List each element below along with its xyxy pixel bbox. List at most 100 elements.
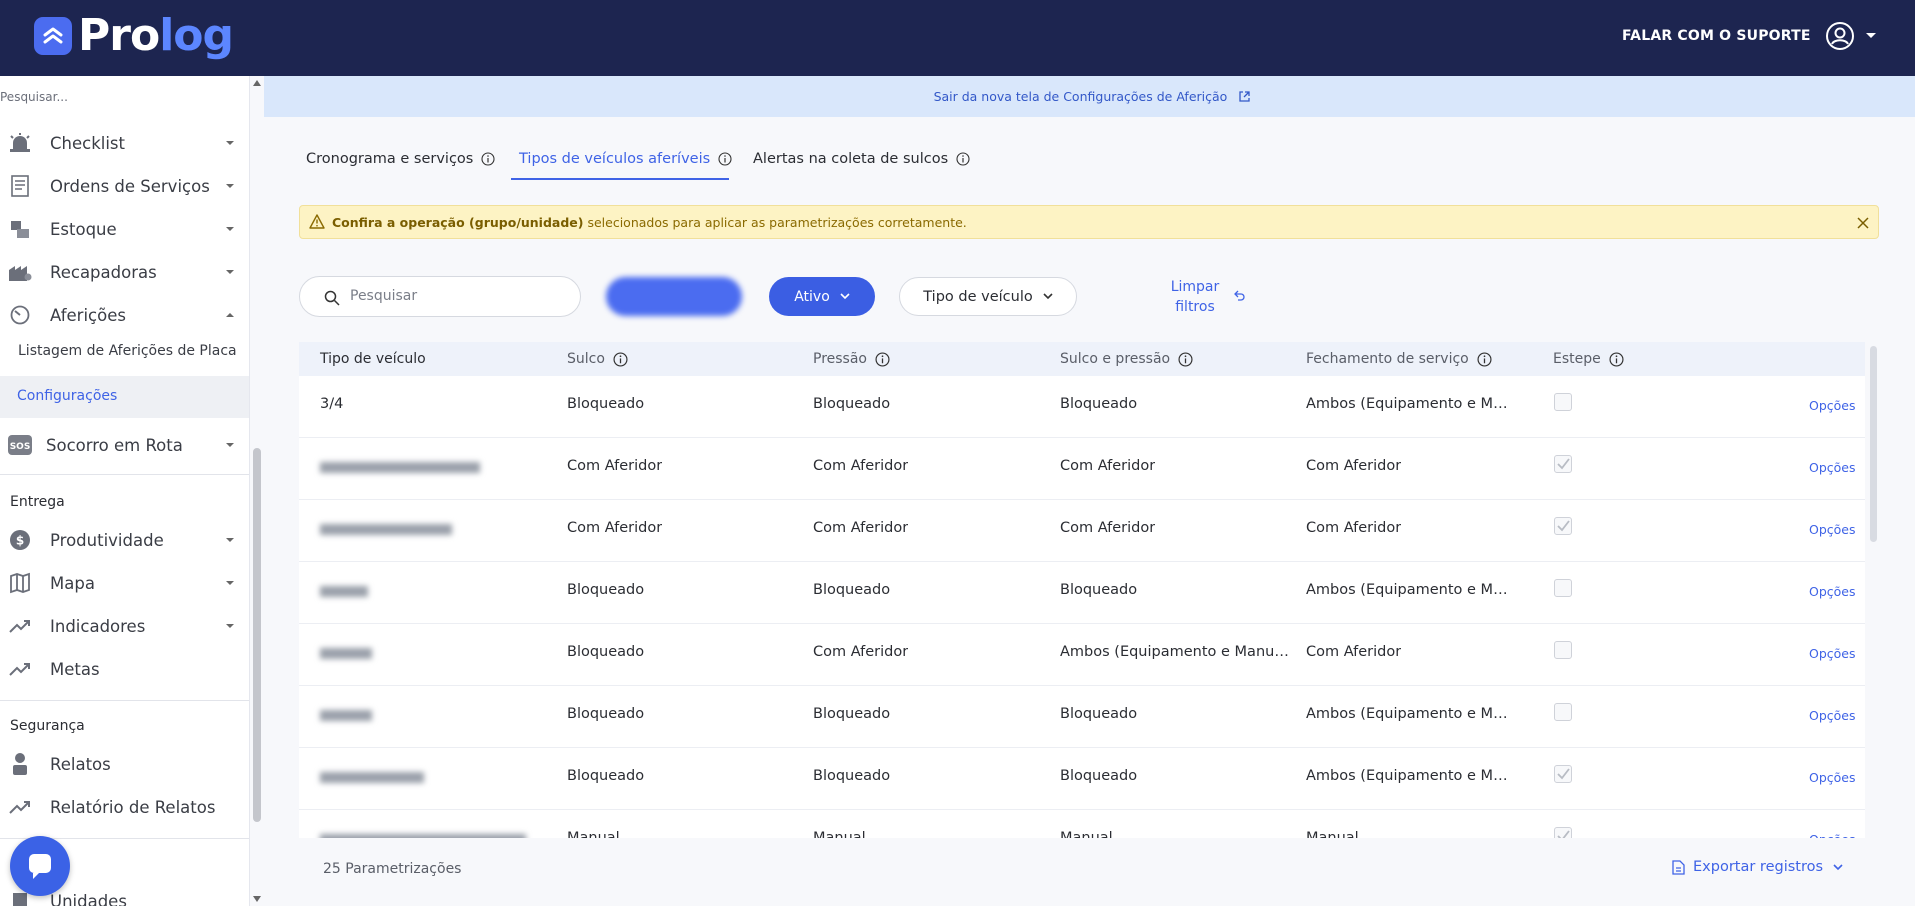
column-header-pressao[interactable]: Pressão — [813, 351, 890, 367]
estepe-checkbox[interactable] — [1554, 455, 1572, 473]
table-cell-sulco: Bloqueado — [567, 644, 645, 660]
info-icon — [1178, 351, 1193, 367]
sidebar-item-checklist[interactable]: Checklist — [8, 128, 240, 158]
table-cell-pressao: Manual — [813, 830, 866, 838]
estepe-checkbox[interactable] — [1554, 765, 1572, 783]
info-icon — [1609, 351, 1624, 367]
estepe-checkbox[interactable] — [1554, 827, 1572, 838]
sidebar-subitem-listagem[interactable]: Listagem de Aferições de Placa — [18, 343, 237, 359]
table-scroll-thumb[interactable] — [1870, 346, 1877, 542]
user-menu-chevron-icon[interactable] — [1866, 33, 1876, 38]
table-row[interactable]: Com Aferidor Com Aferidor Com Aferidor Com … — [299, 438, 1865, 500]
tab-cronograma[interactable]: Cronograma e serviços — [306, 151, 495, 167]
sos-icon: SOS — [8, 433, 32, 457]
row-options-link[interactable]: Opções — [1809, 460, 1856, 475]
scroll-up-icon — [253, 80, 261, 86]
clear-filters-button[interactable]: Limpar filtros — [1160, 277, 1230, 317]
redacted-vehicle-type — [320, 520, 452, 539]
sidebar-item-produtividade[interactable]: $ Produtividade — [8, 525, 240, 555]
search-input[interactable]: Pesquisar — [299, 276, 581, 317]
chevron-up-icon — [226, 313, 234, 317]
check-icon — [1557, 458, 1570, 470]
redacted-vehicle-type — [320, 768, 424, 787]
chat-button[interactable] — [10, 836, 70, 896]
alarm-icon — [8, 131, 32, 155]
sidebar-item-estoque[interactable]: Estoque — [8, 214, 240, 244]
dollar-icon: $ — [8, 528, 32, 552]
sidebar-search-input[interactable]: Pesquisar... — [0, 90, 68, 104]
tab-tipos-veiculos[interactable]: Tipos de veículos aferíveis — [519, 151, 732, 167]
sidebar-item-ordens[interactable]: Ordens de Serviços — [8, 171, 240, 201]
column-header-sulco[interactable]: Sulco — [567, 351, 628, 367]
estepe-checkbox[interactable] — [1554, 517, 1572, 535]
close-icon[interactable] — [1857, 217, 1869, 229]
column-header-tipo[interactable]: Tipo de veículo — [320, 351, 426, 367]
tab-alertas[interactable]: Alertas na coleta de sulcos — [753, 151, 970, 167]
table-cell-sulco: Bloqueado — [567, 706, 645, 722]
redacted-vehicle-type — [320, 706, 372, 725]
estepe-checkbox[interactable] — [1554, 579, 1572, 597]
section-seguranca: Segurança — [10, 718, 85, 734]
status-filter-pill[interactable]: Ativo — [769, 277, 875, 316]
sidebar-item-indicadores[interactable]: Indicadores — [8, 611, 240, 641]
info-icon — [956, 152, 970, 166]
new-screen-banner[interactable]: Sair da nova tela de Configurações de Af… — [264, 76, 1915, 117]
row-options-link[interactable]: Opções — [1809, 522, 1856, 537]
sidebar-subitem-configuracoes[interactable]: Configurações — [0, 376, 249, 418]
table-row[interactable]: Bloqueado Bloqueado Bloqueado Ambos (Equipa… — [299, 748, 1865, 810]
user-avatar-icon[interactable] — [1825, 21, 1855, 51]
estepe-checkbox[interactable] — [1554, 393, 1572, 411]
sidebar-item-relatorio-relatos[interactable]: Relatório de Relatos — [8, 792, 240, 822]
warning-alert: Confira a operação (grupo/unidade) selec… — [299, 205, 1879, 239]
undo-icon[interactable] — [1233, 290, 1245, 301]
redacted-vehicle-type — [320, 458, 480, 477]
vehicle-type-filter-pill[interactable]: Tipo de veículo — [899, 277, 1077, 316]
row-options-link[interactable]: Opções — [1809, 832, 1856, 838]
sidebar-item-metas[interactable]: Metas — [8, 654, 240, 684]
prolog-logo[interactable]: Prolog — [34, 12, 234, 60]
sidebar-item-recapadoras[interactable]: Recapadoras — [8, 257, 240, 287]
table-row[interactable]: Manual Manual Manual Manual Opções — [299, 810, 1865, 838]
chevron-down-icon — [226, 141, 234, 145]
table-cell-pressao: Com Aferidor — [813, 644, 909, 660]
sidebar-item-afericoes[interactable]: Aferições — [8, 300, 240, 330]
table-row[interactable]: 3/4 Bloqueado Bloqueado Bloqueado Ambos (Equ… — [299, 376, 1865, 438]
table-cell-sulco: Bloqueado — [567, 768, 645, 784]
row-options-link[interactable]: Opções — [1809, 398, 1856, 413]
sidebar-item-mapa[interactable]: Mapa — [8, 568, 240, 598]
export-records-button[interactable]: Exportar registros — [1672, 859, 1843, 875]
column-header-sulco-pressao[interactable]: Sulco e pressão — [1060, 351, 1193, 367]
column-header-fechamento[interactable]: Fechamento de serviço — [1306, 351, 1492, 367]
operation-filter-pill[interactable] — [606, 277, 742, 316]
table-cell-sulco: Com Aferidor — [567, 458, 663, 474]
chevron-down-icon — [226, 270, 234, 274]
column-header-estepe[interactable]: Estepe — [1553, 351, 1624, 367]
redacted-vehicle-type — [320, 830, 526, 838]
sidebar-item-relatos[interactable]: Relatos — [8, 749, 240, 779]
table-row[interactable]: Bloqueado Bloqueado Bloqueado Ambos (Equipa… — [299, 686, 1865, 748]
row-options-link[interactable]: Opções — [1809, 770, 1856, 785]
row-options-link[interactable]: Opções — [1809, 584, 1856, 599]
redacted-vehicle-type — [320, 582, 368, 601]
chevron-down-icon — [226, 443, 234, 447]
warning-icon — [309, 214, 325, 229]
vehicle-types-table: Tipo de veículo Sulco Pressão Sulco e pr… — [299, 342, 1865, 838]
table-cell-tipo: 3/4 — [320, 396, 344, 412]
row-options-link[interactable]: Opções — [1809, 708, 1856, 723]
row-options-link[interactable]: Opções — [1809, 646, 1856, 661]
chevron-down-icon — [226, 227, 234, 231]
external-link-icon — [1239, 91, 1251, 102]
table-cell-fechamento: Com Aferidor — [1306, 644, 1402, 660]
sidebar-scroll-thumb[interactable] — [253, 448, 261, 822]
table-row[interactable]: Bloqueado Com Aferidor Ambos (Equipamento … — [299, 624, 1865, 686]
file-icon — [1672, 859, 1685, 875]
support-link[interactable]: FALAR COM O SUPORTE — [1622, 28, 1811, 44]
sidebar-item-socorro[interactable]: SOS Socorro em Rota — [8, 430, 240, 460]
table-cell-sulco-pressao: Manual — [1060, 830, 1113, 838]
table-row[interactable]: Com Aferidor Com Aferidor Com Aferidor Com … — [299, 500, 1865, 562]
estepe-checkbox[interactable] — [1554, 641, 1572, 659]
estepe-checkbox[interactable] — [1554, 703, 1572, 721]
banner-link[interactable]: Sair da nova tela de Configurações de Af… — [934, 89, 1228, 104]
info-icon — [613, 351, 628, 367]
table-row[interactable]: Bloqueado Bloqueado Bloqueado Ambos (Equipa… — [299, 562, 1865, 624]
